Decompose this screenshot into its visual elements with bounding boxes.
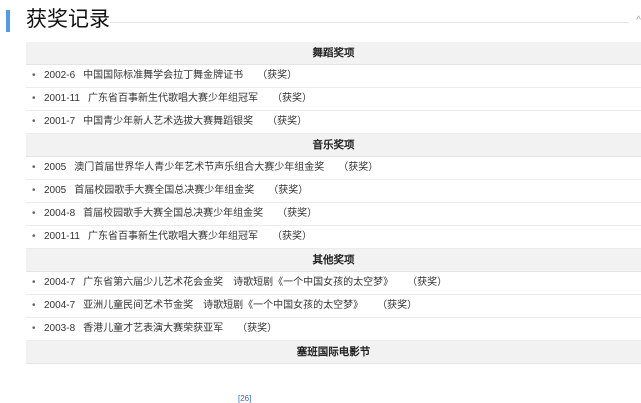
award-row: • 2005 首届校园歌手大赛全国总决赛少年组金奖 （获奖） [26, 180, 641, 203]
award-name: 中国青少年新人艺术选拔大赛舞蹈银奖 [83, 116, 254, 127]
bullet-icon: • [32, 185, 36, 196]
award-name: 香港儿童才艺表演大赛荣获亚军 [83, 323, 224, 334]
award-name: 首届校园歌手大赛全国总决赛少年组金奖 [74, 185, 255, 196]
bullet-icon: • [32, 116, 36, 127]
award-date: 2001-11 [44, 93, 80, 104]
award-date: 2004-7 [44, 277, 76, 288]
bullet-icon: • [32, 70, 36, 81]
bullet-icon: • [32, 300, 36, 311]
award-result: （获奖） [407, 277, 448, 288]
award-name: 亚洲儿童民间艺术节金奖 诗歌短剧《一个中国女孩的太空梦》 [83, 300, 364, 311]
award-result: （获奖） [271, 93, 312, 104]
award-date: 2005 [44, 185, 67, 196]
bullet-icon: • [32, 277, 36, 288]
award-date: 2004-8 [44, 208, 76, 219]
section-header: 获奖记录 ^ [0, 0, 641, 42]
bullet-icon: • [32, 162, 36, 173]
awards-table: 舞蹈奖项 • 2002-6 中国国际标准舞学会拉丁舞金牌证书 （获奖） • 2001-11 广… [26, 42, 641, 364]
award-name: 澳门首届世界华人青少年艺术节声乐组合大赛少年组金奖 [74, 162, 325, 173]
award-result: （获奖） [268, 185, 309, 196]
award-result: （获奖） [267, 116, 308, 127]
award-row: • 2004-7 广东省第六届少儿艺术花会金奖 诗歌短剧《一个中国女孩的太空梦》 （获… [26, 272, 641, 295]
section-divider [110, 22, 629, 23]
category-header: 其他奖项 [26, 249, 641, 272]
award-result: （获奖） [277, 208, 318, 219]
section-accent-bar [6, 10, 10, 32]
award-row: • 2001-11 广东省百事新生代歌唱大赛少年组冠军 （获奖） [26, 88, 641, 111]
bullet-icon: • [32, 93, 36, 104]
award-row: • 2005 澳门首届世界华人青少年艺术节声乐组合大赛少年组金奖 （获奖） [26, 157, 641, 180]
award-result: （获奖） [338, 162, 379, 173]
award-row: • 2003-8 香港儿童才艺表演大赛荣获亚军 （获奖） [26, 318, 641, 341]
award-date: 2005 [44, 162, 67, 173]
award-row: • 2001-11 广东省百事新生代歌唱大赛少年组冠军 （获奖） [26, 226, 641, 249]
bullet-icon: • [32, 323, 36, 334]
award-date: 2002-6 [44, 70, 76, 81]
award-name: 广东省百事新生代歌唱大赛少年组冠军 [87, 93, 258, 104]
award-name: 广东省百事新生代歌唱大赛少年组冠军 [87, 231, 258, 242]
category-header: 舞蹈奖项 [26, 42, 641, 65]
award-name: 首届校园歌手大赛全国总决赛少年组金奖 [83, 208, 264, 219]
award-row: • 2004-7 亚洲儿童民间艺术节金奖 诗歌短剧《一个中国女孩的太空梦》 （获奖） [26, 295, 641, 318]
award-date: 2001-7 [44, 116, 76, 127]
category-header: 塞班国际电影节 [26, 341, 641, 364]
award-result: （获奖） [377, 300, 418, 311]
bullet-icon: • [32, 231, 36, 242]
award-row: • 2002-6 中国国际标准舞学会拉丁舞金牌证书 （获奖） [26, 65, 641, 88]
collapse-icon[interactable]: ^ [636, 15, 641, 26]
award-date: 2003-8 [44, 323, 76, 334]
award-result: （获奖） [237, 323, 278, 334]
category-header: 音乐奖项 [26, 134, 641, 157]
section-title: 获奖记录 [26, 8, 110, 31]
award-row: • 2001-7 中国青少年新人艺术选拔大赛舞蹈银奖 （获奖） [26, 111, 641, 134]
award-result: （获奖） [257, 70, 298, 81]
bullet-icon: • [32, 208, 36, 219]
award-result: （获奖） [271, 231, 312, 242]
award-name: 广东省第六届少儿艺术花会金奖 诗歌短剧《一个中国女孩的太空梦》 [83, 277, 394, 288]
award-date: 2001-11 [44, 231, 80, 242]
award-row: • 2004-8 首届校园歌手大赛全国总决赛少年组金奖 （获奖） [26, 203, 641, 226]
citation-link[interactable]: [26] [238, 394, 251, 403]
award-name: 中国国际标准舞学会拉丁舞金牌证书 [83, 70, 244, 81]
award-date: 2004-7 [44, 300, 76, 311]
